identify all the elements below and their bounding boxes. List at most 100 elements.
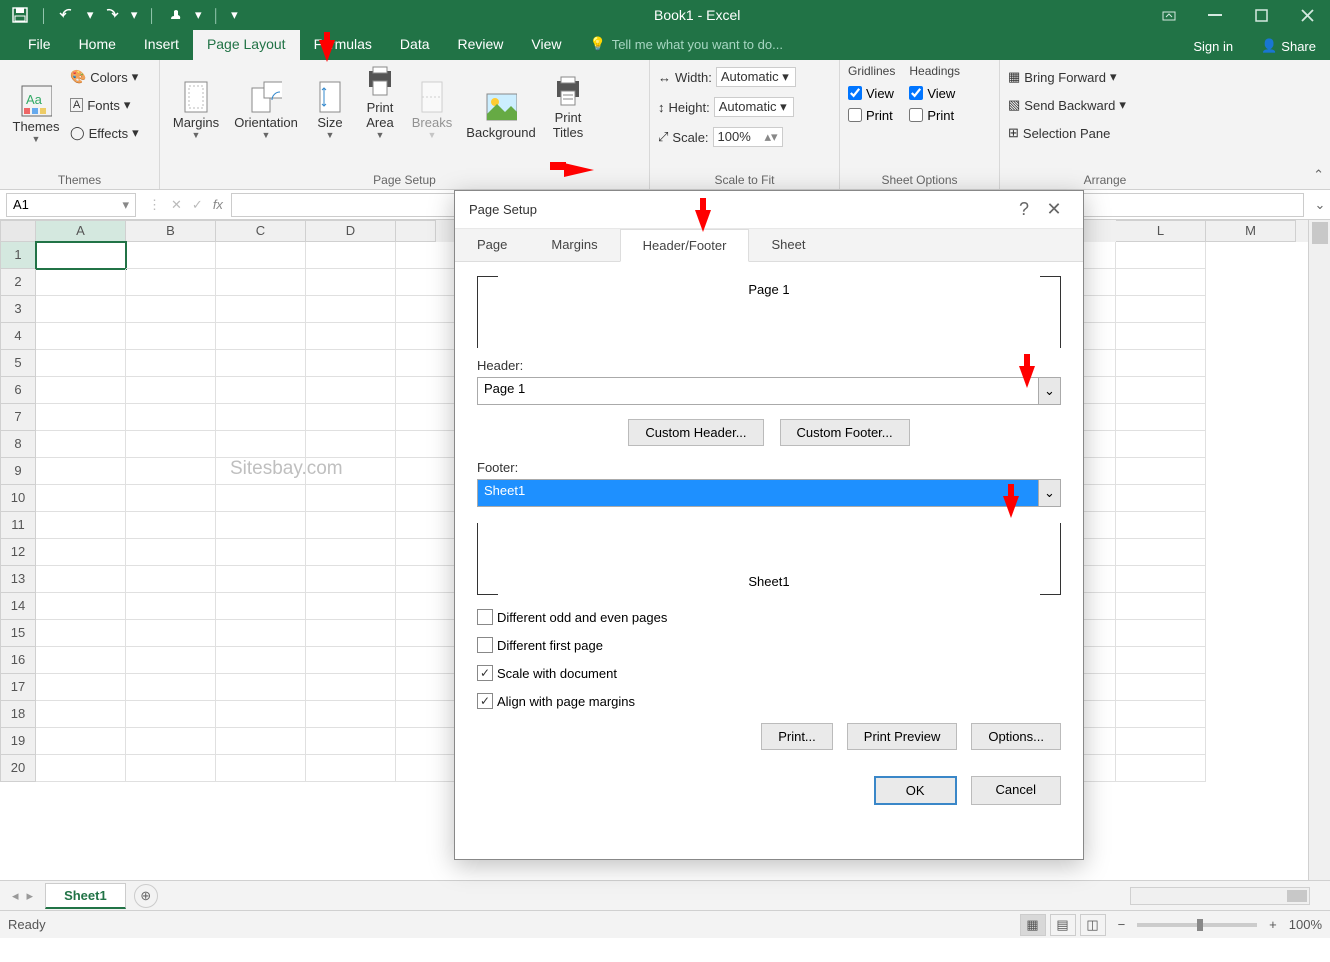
cell[interactable] xyxy=(126,485,216,512)
row-header[interactable]: 1 xyxy=(0,242,36,269)
row-header[interactable]: 3 xyxy=(0,296,36,323)
horizontal-scrollbar[interactable] xyxy=(1130,887,1310,905)
size-button[interactable]: Size▼ xyxy=(308,64,352,142)
cell[interactable] xyxy=(126,539,216,566)
cell[interactable] xyxy=(306,728,396,755)
cell[interactable] xyxy=(216,350,306,377)
fx-icon[interactable]: fx xyxy=(213,197,223,212)
col-header[interactable]: C xyxy=(216,220,306,242)
tab-review[interactable]: Review xyxy=(444,30,518,60)
cell[interactable] xyxy=(216,674,306,701)
cell[interactable] xyxy=(306,512,396,539)
cell[interactable] xyxy=(36,377,126,404)
minimize-icon[interactable] xyxy=(1192,0,1238,30)
cell[interactable] xyxy=(126,620,216,647)
cell[interactable] xyxy=(306,323,396,350)
touch-dropdown[interactable]: ▾ xyxy=(192,3,204,27)
cell[interactable] xyxy=(126,431,216,458)
cell[interactable] xyxy=(36,620,126,647)
qat-customize[interactable]: ▾ xyxy=(228,3,240,27)
undo-icon[interactable] xyxy=(56,3,80,27)
cell[interactable] xyxy=(36,539,126,566)
cell[interactable] xyxy=(36,269,126,296)
undo-dropdown[interactable]: ▾ xyxy=(84,3,96,27)
cell[interactable] xyxy=(126,647,216,674)
tab-data[interactable]: Data xyxy=(386,30,444,60)
tab-insert[interactable]: Insert xyxy=(130,30,193,60)
share-button[interactable]: 👤Share xyxy=(1247,32,1330,60)
cell[interactable] xyxy=(1116,620,1206,647)
cell[interactable] xyxy=(1116,755,1206,782)
cell[interactable] xyxy=(126,728,216,755)
cell[interactable] xyxy=(306,539,396,566)
tab-formulas[interactable]: Formulas xyxy=(300,30,386,60)
cell[interactable] xyxy=(36,566,126,593)
cell[interactable] xyxy=(306,377,396,404)
cancel-button[interactable]: Cancel xyxy=(971,776,1061,805)
orientation-button[interactable]: Orientation▼ xyxy=(230,64,302,142)
options-button[interactable]: Options... xyxy=(971,723,1061,750)
cell[interactable] xyxy=(126,242,216,269)
cell[interactable] xyxy=(126,323,216,350)
cell[interactable] xyxy=(306,647,396,674)
sheet-nav-prev-icon[interactable]: ◂ xyxy=(12,888,19,904)
cell[interactable] xyxy=(36,485,126,512)
cell[interactable] xyxy=(36,755,126,782)
cell[interactable] xyxy=(306,242,396,269)
col-header[interactable]: B xyxy=(126,220,216,242)
close-icon[interactable] xyxy=(1284,0,1330,30)
header-select[interactable]: Page 1⌄ xyxy=(477,377,1061,405)
cell[interactable] xyxy=(1116,512,1206,539)
align-margins-check[interactable]: ✓Align with page margins xyxy=(477,687,1061,715)
cell[interactable] xyxy=(306,485,396,512)
cell[interactable] xyxy=(306,404,396,431)
sheet-nav-next-icon[interactable]: ▸ xyxy=(27,888,34,904)
page-break-view-icon[interactable]: ◫ xyxy=(1080,914,1106,936)
cell[interactable] xyxy=(306,431,396,458)
row-header[interactable]: 2 xyxy=(0,269,36,296)
maximize-icon[interactable] xyxy=(1238,0,1284,30)
cell[interactable] xyxy=(126,701,216,728)
cell[interactable] xyxy=(216,728,306,755)
bring-forward-button[interactable]: ▦Bring Forward ▾ xyxy=(1008,64,1202,90)
row-header[interactable]: 7 xyxy=(0,404,36,431)
cell[interactable] xyxy=(216,431,306,458)
cell[interactable] xyxy=(216,323,306,350)
dialog-tab-page[interactable]: Page xyxy=(455,229,529,261)
effects-button[interactable]: ◯Effects ▾ xyxy=(70,120,139,146)
send-backward-button[interactable]: ▧Send Backward ▾ xyxy=(1008,92,1202,118)
cell[interactable] xyxy=(36,323,126,350)
cell[interactable] xyxy=(36,674,126,701)
dialog-tab-sheet[interactable]: Sheet xyxy=(749,229,827,261)
scale-with-doc-check[interactable]: ✓Scale with document xyxy=(477,659,1061,687)
row-header[interactable]: 5 xyxy=(0,350,36,377)
cell[interactable] xyxy=(216,620,306,647)
expand-formula-bar[interactable]: ⌄ xyxy=(1310,197,1330,213)
diff-first-page-check[interactable]: Different first page xyxy=(477,631,1061,659)
gridlines-print-check[interactable]: Print xyxy=(848,104,895,126)
tab-view[interactable]: View xyxy=(517,30,575,60)
cell[interactable] xyxy=(1116,242,1206,269)
cell[interactable] xyxy=(126,512,216,539)
cell[interactable] xyxy=(1116,296,1206,323)
cell[interactable] xyxy=(1116,404,1206,431)
custom-header-button[interactable]: Custom Header... xyxy=(628,419,763,446)
row-header[interactable]: 13 xyxy=(0,566,36,593)
cell[interactable] xyxy=(306,269,396,296)
cell[interactable] xyxy=(1116,701,1206,728)
print-button[interactable]: Print... xyxy=(761,723,833,750)
cell[interactable] xyxy=(126,296,216,323)
cell[interactable] xyxy=(306,755,396,782)
footer-select[interactable]: Sheet1⌄ xyxy=(477,479,1061,507)
headings-view-check[interactable]: View xyxy=(909,82,960,104)
selection-pane-button[interactable]: ⊞Selection Pane xyxy=(1008,120,1202,146)
cell[interactable] xyxy=(1116,323,1206,350)
cell[interactable] xyxy=(216,701,306,728)
ok-button[interactable]: OK xyxy=(874,776,957,805)
row-header[interactable]: 4 xyxy=(0,323,36,350)
row-header[interactable]: 8 xyxy=(0,431,36,458)
cell[interactable] xyxy=(126,350,216,377)
margins-button[interactable]: Margins▼ xyxy=(168,64,224,142)
row-header[interactable]: 20 xyxy=(0,755,36,782)
cell[interactable] xyxy=(306,566,396,593)
